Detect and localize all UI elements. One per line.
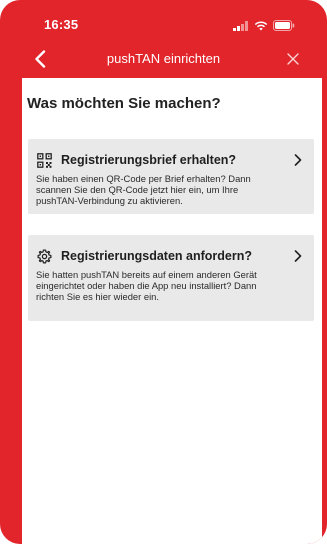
- status-icons: [233, 18, 295, 36]
- status-bar: 16:35: [0, 0, 327, 40]
- home-indicator: [112, 535, 212, 538]
- option-card-registration-letter[interactable]: Registrierungsbrief erhalten? Sie haben …: [28, 139, 314, 214]
- card-description-line: pushTAN-Verbindung zu aktivieren.: [36, 195, 183, 207]
- qr-code-icon: [36, 152, 52, 168]
- gear-icon: [36, 248, 52, 264]
- phone-screen: 16:35 pushTAN einrichten Was möchten Sie…: [0, 0, 327, 544]
- card-description-line: richten Sie es hier wieder ein.: [36, 291, 159, 303]
- option-card-request-registration-data[interactable]: Registrierungsdaten anfordern? Sie hatte…: [28, 235, 314, 321]
- card-description: Sie haben einen QR-Code per Brief erhalt…: [36, 173, 306, 207]
- status-time: 16:35: [44, 17, 79, 32]
- nav-bar: pushTAN einrichten: [0, 40, 327, 76]
- card-header: Registrierungsbrief erhalten?: [36, 151, 304, 169]
- signal-icon: [233, 18, 249, 36]
- card-description-line: eingerichtet oder haben die App neu inst…: [36, 280, 257, 292]
- card-description-line: scannen Sie den QR-Code jetzt hier ein, …: [36, 184, 239, 196]
- wifi-icon: [254, 18, 268, 36]
- battery-icon: [273, 18, 295, 36]
- close-icon: [287, 53, 299, 65]
- chevron-right-icon: [292, 248, 304, 264]
- card-description-line: Sie hatten pushTAN bereits auf einem and…: [36, 269, 257, 280]
- chevron-right-icon: [292, 152, 304, 168]
- card-title: Registrierungsdaten anfordern?: [61, 249, 252, 263]
- card-description: Sie hatten pushTAN bereits auf einem and…: [36, 269, 306, 303]
- nav-title: pushTAN einrichten: [106, 51, 221, 66]
- card-title: Registrierungsbrief erhalten?: [61, 153, 237, 167]
- page-title: Was möchten Sie machen?: [27, 95, 221, 112]
- content-area: Was möchten Sie machen? Registrierungsbr…: [22, 78, 322, 544]
- card-description-line: Sie haben einen QR-Code per Brief erhalt…: [36, 173, 251, 184]
- card-header: Registrierungsdaten anfordern?: [36, 247, 304, 265]
- close-button[interactable]: [281, 47, 305, 71]
